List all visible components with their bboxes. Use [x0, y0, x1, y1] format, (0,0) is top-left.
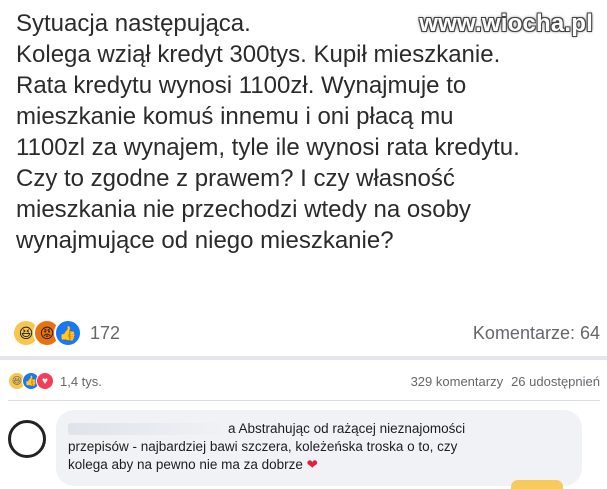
stats-right: 329 komentarzy 26 udostępnień [411, 374, 600, 389]
post-line: 1100zl za wynajem, tyle ile wynosi rata … [16, 134, 520, 161]
post-line: Sytuacja następująca. [16, 10, 251, 37]
comment-reactions-badge[interactable] [511, 480, 563, 489]
comments-count[interactable]: 329 komentarzy [411, 374, 504, 389]
reactions-row[interactable]: 😆 😡 👍 172 Komentarze: 64 [12, 316, 600, 350]
section-divider [0, 356, 607, 360]
heart-icon: ❤ [306, 457, 318, 472]
post-line: Rata kredytu wynosi 1100zł. Wynajmuje to [16, 72, 467, 99]
comment-last-line: kolega aby na pewno nie ma za dobrze ❤ [68, 456, 570, 474]
stats-row: 😆 👍 ♥ 1,4 tys. 329 komentarzy 26 udostęp… [8, 368, 600, 394]
avatar[interactable] [8, 420, 46, 458]
comment-first-line: a Abstrahując od rażącej nieznajomości [68, 420, 570, 438]
post-line: mieszkania nie przechodzi wtedy na osoby [16, 196, 471, 223]
post-line: Kolega wziął kredyt 300tys. Kupił mieszk… [16, 41, 501, 68]
reaction-icons[interactable]: 😆 😡 👍 [12, 319, 82, 347]
post-line: mieszkanie komuś innemu i oni płacą mu [16, 103, 454, 130]
love-icon: ♥ [36, 372, 54, 390]
shares-count[interactable]: 26 udostępnień [511, 374, 600, 389]
comment-author-fragment: a [228, 421, 236, 436]
stats-reaction-icons[interactable]: 😆 👍 ♥ [8, 372, 54, 390]
like-icon: 👍 [54, 319, 82, 347]
comments-count-link[interactable]: Komentarze: 64 [473, 323, 600, 344]
reaction-count[interactable]: 172 [90, 323, 120, 344]
comment-bubble: a Abstrahując od rażącej nieznajomości p… [56, 410, 582, 486]
comment-text: przepisów - najbardziej bawi szczera, ko… [68, 439, 458, 454]
comment-text: kolega aby na pewno nie ma za dobrze [68, 457, 303, 472]
post-line: wynajmujące od niego mieszkanie? [16, 227, 394, 254]
divider [8, 400, 600, 401]
post-text: Sytuacja następująca. Kolega wziął kredy… [16, 8, 596, 256]
post-line: Czy to zgodne z prawem? I czy własność [16, 165, 455, 192]
comment-text: Abstrahując od rażącej nieznajomości [238, 421, 466, 436]
likes-count[interactable]: 1,4 tys. [60, 374, 102, 389]
comment-author-name[interactable] [68, 423, 228, 436]
